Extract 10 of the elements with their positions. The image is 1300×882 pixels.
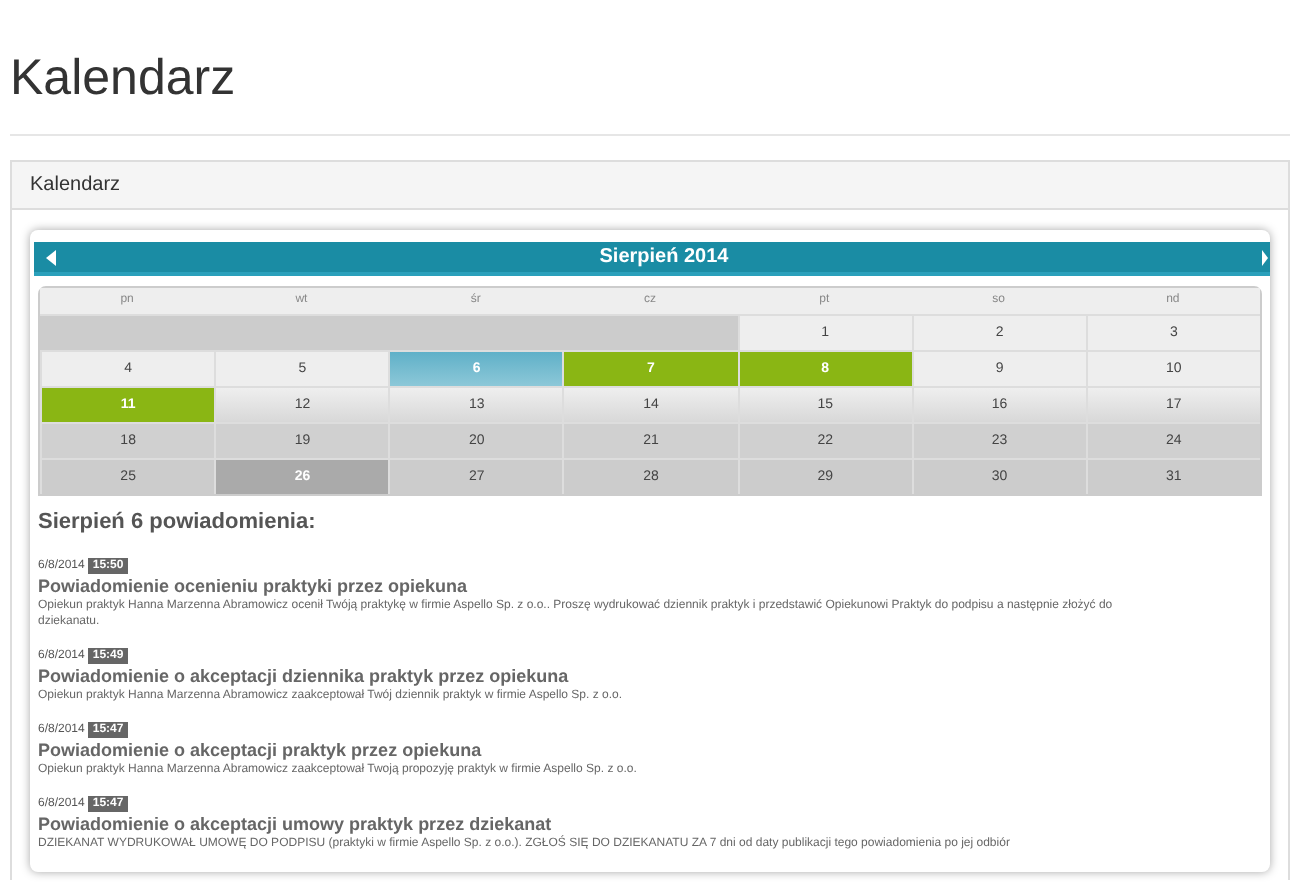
left-triangle-icon <box>46 249 56 265</box>
right-triangle-icon <box>1261 249 1268 265</box>
notification-title: Powiadomienie o akceptacji umowy praktyk przez dziekanat <box>38 813 554 835</box>
notification-title: Powiadomienie o akceptacji praktyk przez opiekuna <box>38 739 484 761</box>
page-title: Kalendarz <box>10 48 238 108</box>
panel-title: Kalendarz <box>30 172 121 200</box>
notification-title: Powiadomienie o akceptacji dziennika praktyk przez opiekuna <box>38 665 571 687</box>
notifications-title: Sierpień 6 powiadomienia: <box>38 508 318 538</box>
month-title: Sierpień 2014 <box>599 244 729 272</box>
notification-title: Powiadomienie ocenieniu praktyki przez opiekuna <box>38 575 470 597</box>
